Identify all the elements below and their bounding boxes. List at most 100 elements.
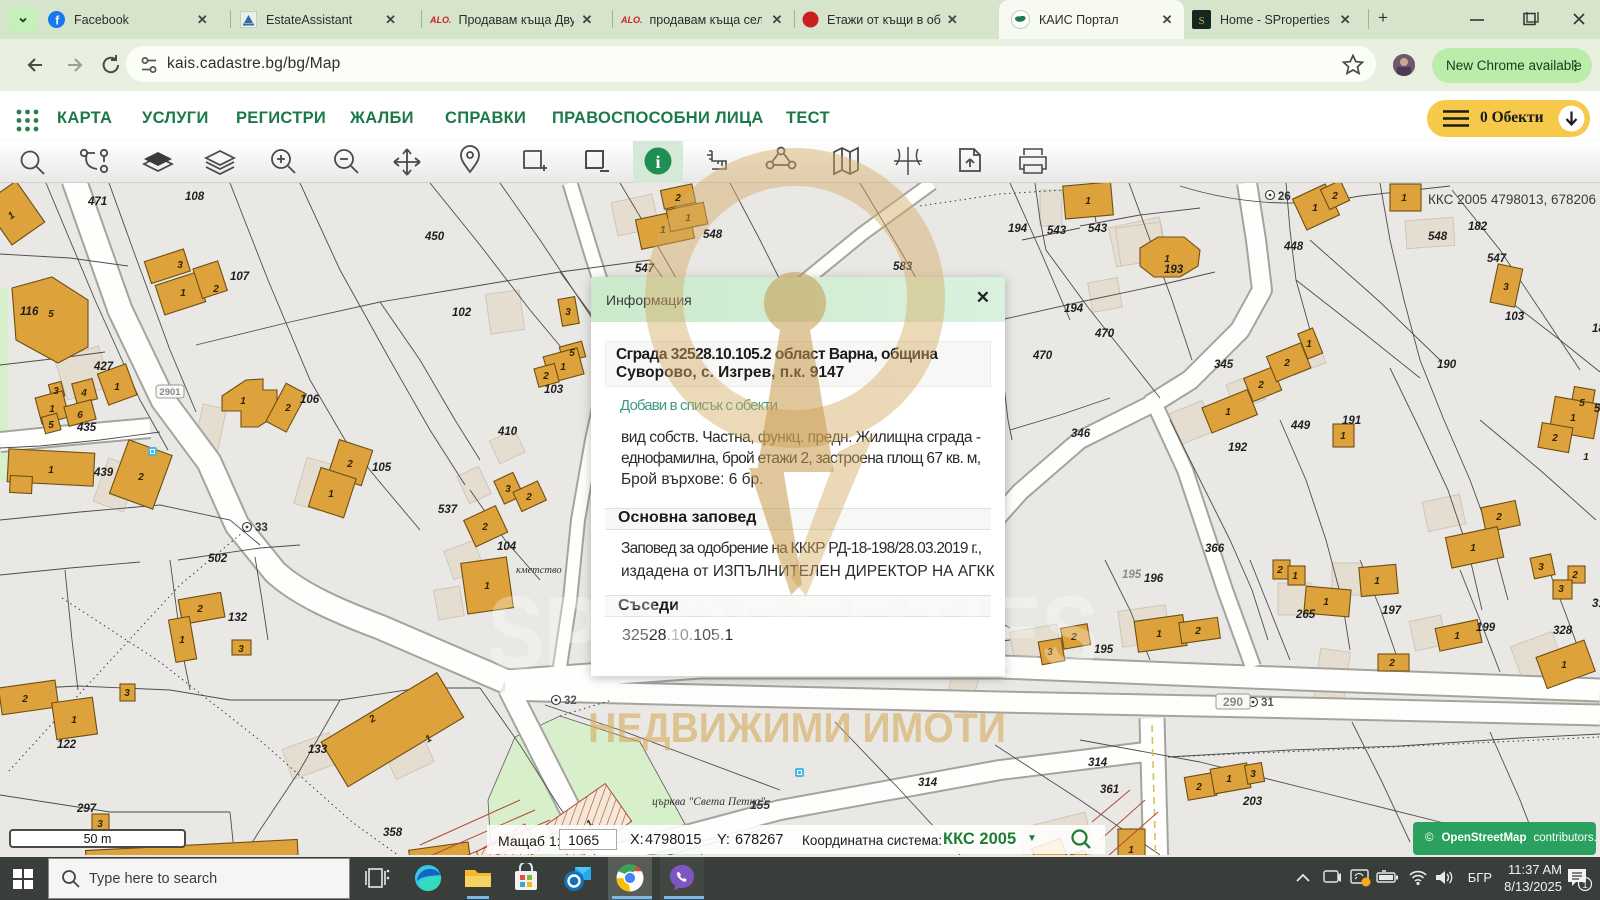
svg-text:1: 1: [114, 382, 120, 393]
svg-text:1: 1: [1306, 339, 1312, 350]
svg-text:427: 427: [93, 361, 114, 373]
svg-text:345: 345: [1214, 359, 1234, 371]
svg-text:543: 543: [1088, 223, 1108, 235]
svg-text:2: 2: [1283, 358, 1290, 369]
svg-text:103: 103: [544, 384, 564, 396]
svg-text:1: 1: [1583, 452, 1589, 463]
svg-text:Добави в списък с обекти: Добави в списък с обекти: [620, 397, 778, 414]
svg-text:107: 107: [230, 271, 250, 283]
svg-text:1: 1: [560, 362, 566, 373]
svg-text:2: 2: [346, 459, 353, 470]
svg-text:i: i: [655, 152, 660, 172]
svg-text:1: 1: [1323, 597, 1329, 608]
svg-text:108: 108: [185, 191, 205, 203]
svg-text:122: 122: [57, 739, 77, 751]
svg-text:155: 155: [750, 798, 770, 812]
svg-text:1: 1: [328, 489, 334, 500]
svg-text:32: 32: [564, 695, 577, 707]
svg-text:358: 358: [383, 827, 403, 839]
svg-text:33: 33: [255, 522, 268, 534]
svg-text:361: 361: [1100, 784, 1119, 796]
svg-text:5: 5: [1579, 398, 1585, 409]
svg-text:18: 18: [1592, 323, 1600, 335]
svg-text:471: 471: [87, 196, 107, 208]
svg-text:1: 1: [1225, 407, 1231, 418]
svg-text:31: 31: [1592, 598, 1600, 610]
svg-text:449: 449: [1290, 420, 1311, 432]
svg-text:1: 1: [484, 581, 490, 592]
svg-text:1: 1: [660, 225, 666, 236]
svg-text:1: 1: [1454, 631, 1460, 642]
svg-text:314: 314: [918, 777, 938, 789]
svg-text:5: 5: [48, 309, 54, 320]
svg-text:1: 1: [1085, 196, 1091, 207]
svg-text:191: 191: [1342, 415, 1361, 427]
svg-text:2: 2: [525, 492, 532, 503]
svg-text:31: 31: [1261, 697, 1274, 709]
svg-text:439: 439: [93, 467, 114, 479]
svg-text:196: 196: [1144, 573, 1164, 585]
svg-text:470: 470: [1032, 350, 1053, 362]
svg-text:5: 5: [569, 348, 575, 359]
svg-text:вид собств. Частна, функц. пре: вид собств. Частна, функц. предн. Жилищн…: [621, 429, 981, 446]
svg-text:132: 132: [228, 612, 248, 624]
svg-text:537: 537: [438, 504, 458, 516]
svg-text:6: 6: [77, 410, 83, 421]
svg-text:3: 3: [565, 307, 571, 318]
svg-text:116: 116: [20, 306, 39, 318]
svg-text:S: S: [1198, 15, 1204, 27]
svg-text:366: 366: [1205, 543, 1225, 555]
svg-text:5: 5: [1594, 403, 1600, 415]
svg-text:1: 1: [1470, 543, 1476, 554]
svg-text:2: 2: [1194, 626, 1201, 637]
svg-text:26: 26: [1278, 191, 1291, 203]
svg-text:203: 203: [1242, 796, 1263, 808]
svg-text:5: 5: [48, 420, 54, 431]
svg-text:1: 1: [1582, 880, 1587, 891]
svg-text:2: 2: [542, 371, 549, 382]
svg-text:Заповед за одобрение на КККР Р: Заповед за одобрение на КККР РД-18-198/2…: [621, 540, 982, 557]
svg-text:2: 2: [1276, 565, 1283, 576]
svg-text:еднофамилна, брой етажи 2, зас: еднофамилна, брой етажи 2, застроена пло…: [621, 450, 981, 467]
svg-text:2: 2: [1195, 782, 1202, 793]
svg-text:32528.10.105.1: 32528.10.105.1: [622, 627, 733, 644]
svg-text:1: 1: [1340, 431, 1346, 442]
svg-text:2: 2: [674, 193, 681, 204]
svg-text:410: 410: [497, 426, 518, 438]
svg-text:1: 1: [1374, 576, 1380, 587]
svg-text:193: 193: [1164, 264, 1184, 276]
svg-text:църква "Света Петка": църква "Света Петка": [652, 796, 765, 808]
svg-text:195: 195: [1122, 569, 1142, 581]
svg-text:2: 2: [1257, 380, 1264, 391]
svg-text:2: 2: [1571, 570, 1578, 581]
svg-text:ККС 2005 4798013, 678206: ККС 2005 4798013, 678206: [1428, 192, 1596, 207]
svg-text:3: 3: [1558, 584, 1564, 595]
svg-text:192: 192: [1228, 442, 1248, 454]
svg-text:182: 182: [1468, 221, 1488, 233]
svg-text:3: 3: [1047, 647, 1053, 658]
svg-text:Брой върхове: 6 бр.: Брой върхове: 6 бр.: [621, 471, 763, 488]
svg-text:4: 4: [80, 388, 87, 399]
svg-text:1: 1: [1312, 203, 1318, 214]
svg-text:105: 105: [372, 462, 392, 474]
svg-text:502: 502: [208, 553, 228, 565]
svg-text:2: 2: [284, 403, 291, 414]
svg-text:2: 2: [1495, 512, 1502, 523]
svg-text:2: 2: [148, 854, 155, 855]
svg-text:издадена от ИЗПЪЛНИТЕЛЕН ДИРЕК: издадена от ИЗПЪЛНИТЕЛЕН ДИРЕКТОР НА АГК…: [621, 563, 995, 580]
svg-text:1: 1: [179, 635, 185, 646]
svg-text:2: 2: [212, 284, 219, 295]
svg-text:кметство: кметство: [516, 565, 562, 576]
svg-text:548: 548: [1428, 231, 1448, 243]
svg-text:3: 3: [1503, 282, 1509, 293]
svg-text:1: 1: [49, 404, 55, 415]
svg-text:314: 314: [1088, 757, 1108, 769]
svg-text:346: 346: [1071, 428, 1091, 440]
svg-text:3: 3: [1250, 769, 1256, 780]
svg-text:194: 194: [1064, 303, 1084, 315]
svg-text:583: 583: [893, 261, 913, 273]
svg-text:102: 102: [452, 307, 472, 319]
svg-text:297: 297: [76, 803, 97, 815]
svg-text:2: 2: [137, 472, 144, 483]
svg-text:194: 194: [1008, 223, 1028, 235]
